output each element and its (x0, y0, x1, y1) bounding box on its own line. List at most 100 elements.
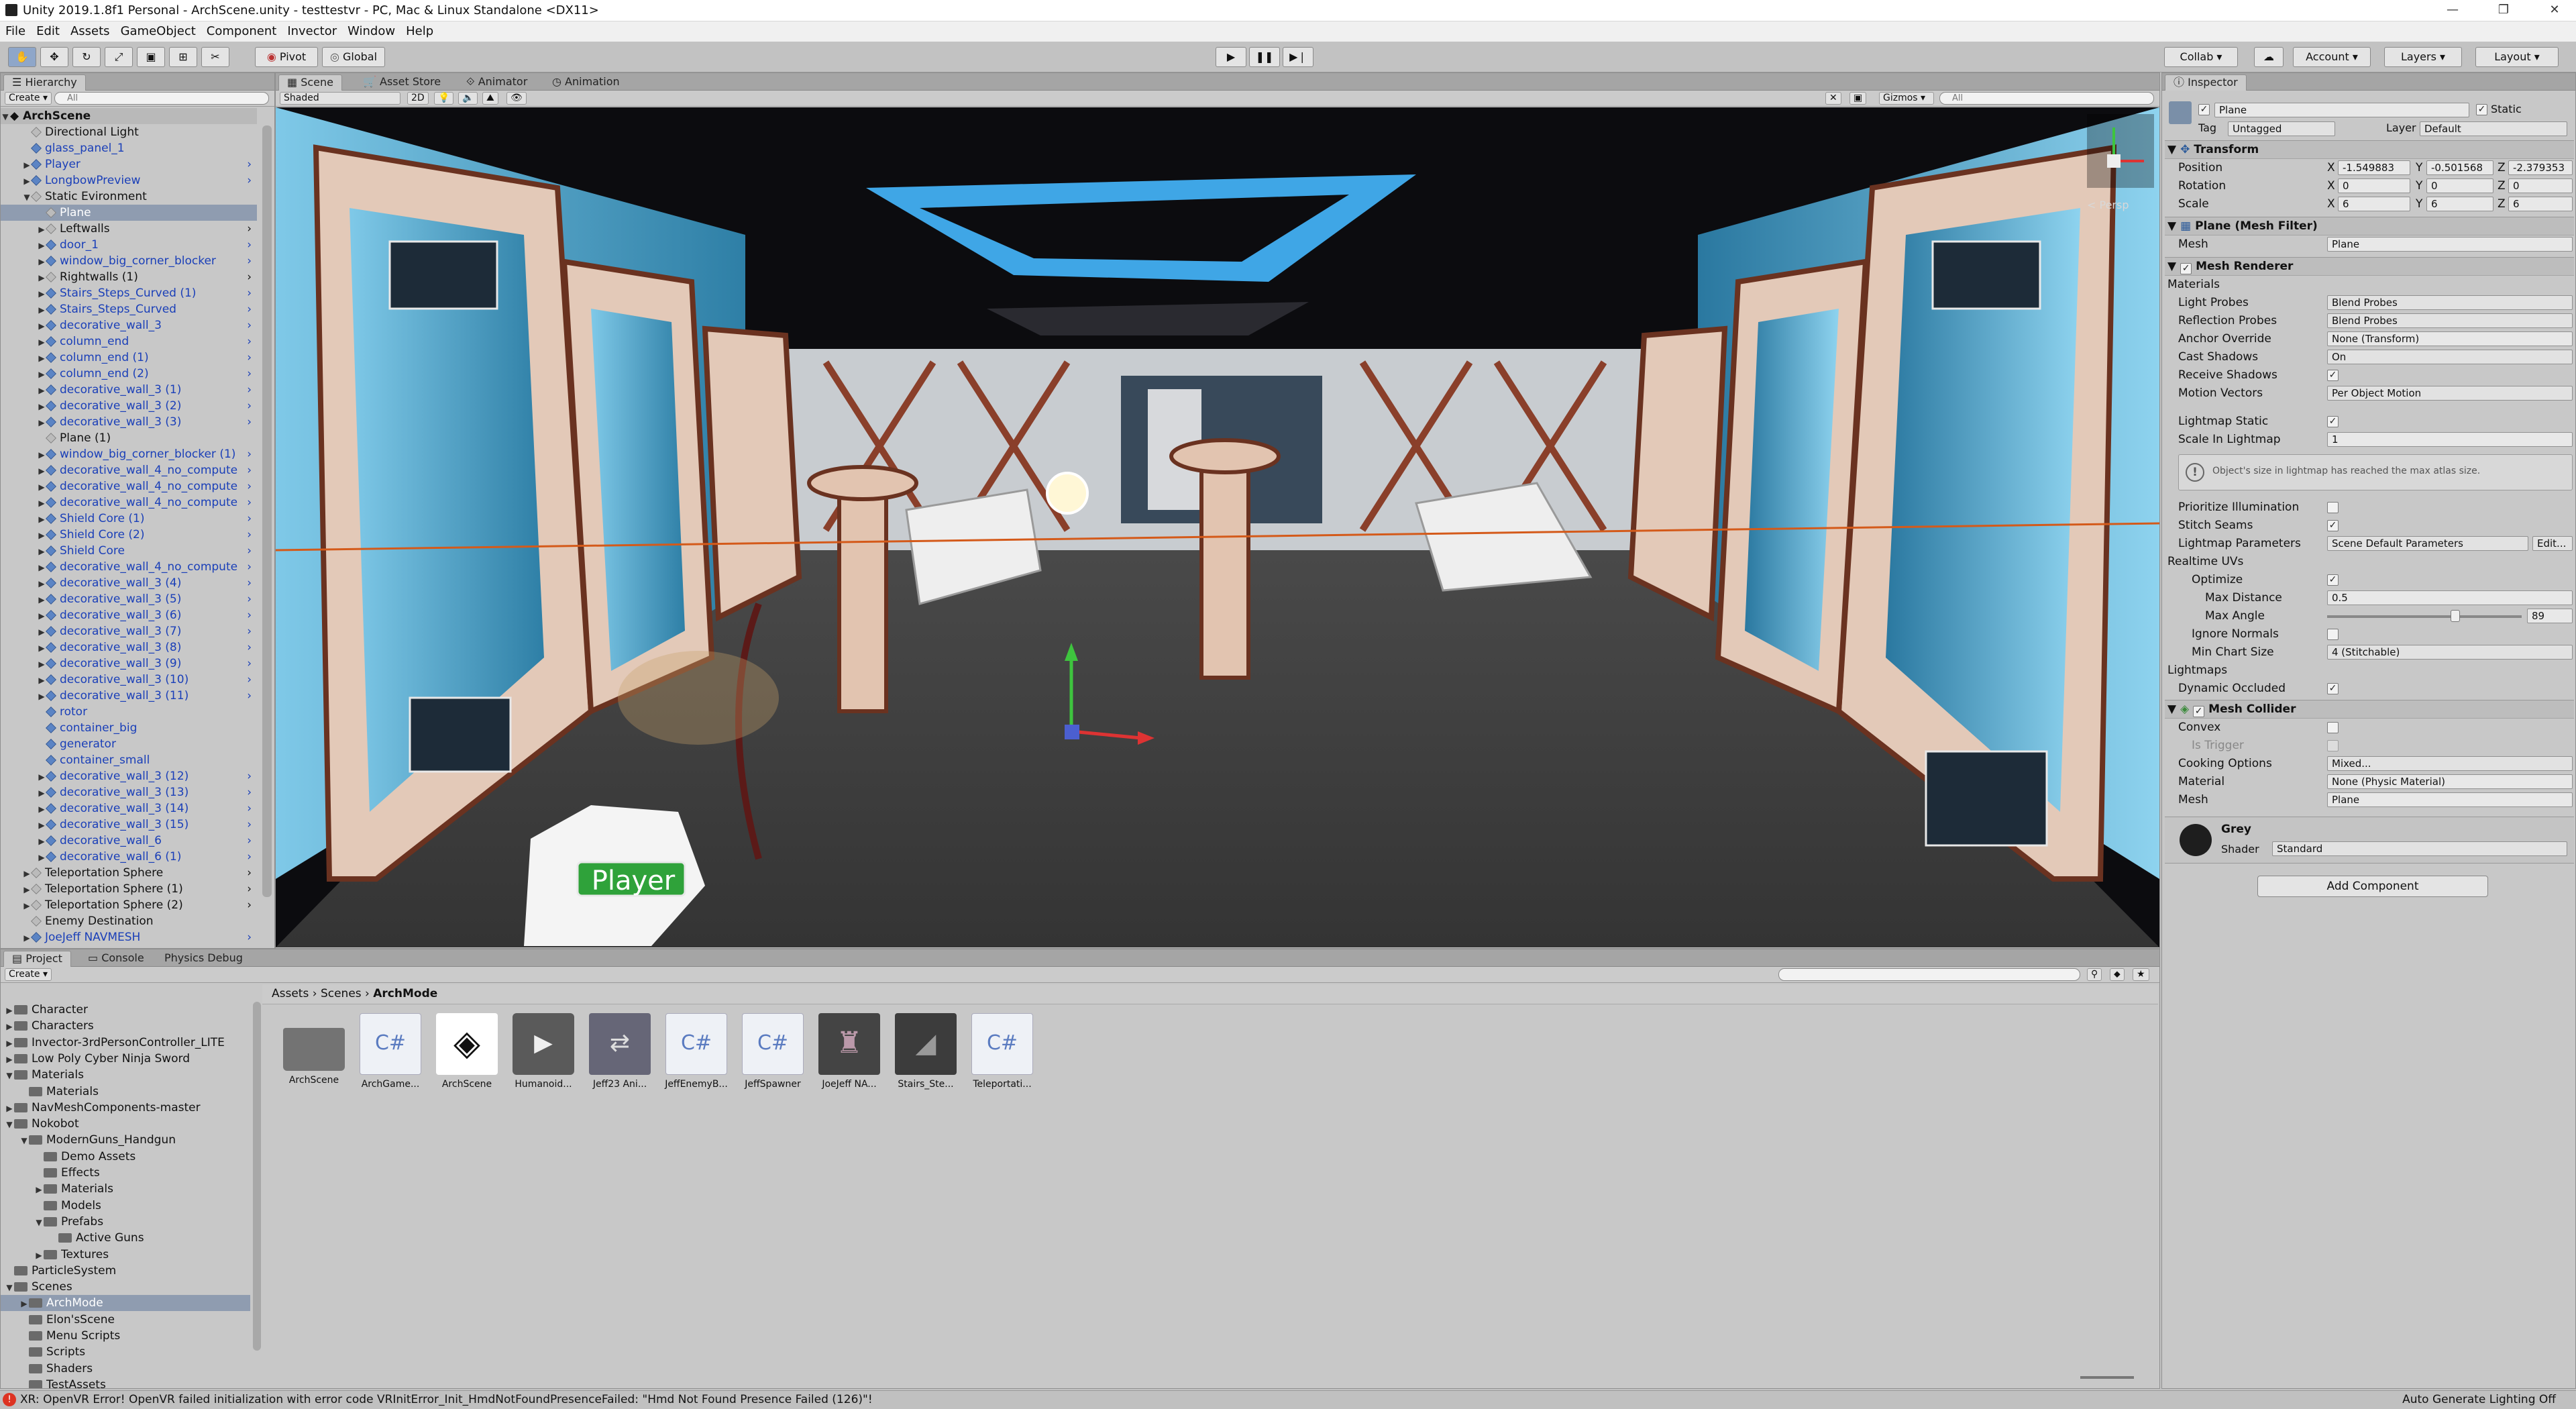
chevron-right-icon[interactable]: › (247, 221, 252, 237)
scene-root-row[interactable]: ▼ ◆ ArchScene (1, 108, 257, 124)
hierarchy-item[interactable]: Plane (1) (1, 430, 257, 446)
receive-shadows-checkbox[interactable]: ✓ (2327, 370, 2339, 381)
hierarchy-item[interactable]: ▶ decorative_wall_3 (12) › (1, 768, 257, 784)
expand-arrow-icon[interactable]: ▶ (22, 173, 32, 189)
expand-arrow-icon[interactable]: ▼ (34, 1214, 44, 1231)
hierarchy-scrollbar[interactable] (262, 125, 272, 897)
project-folder-item[interactable]: Effects (1, 1165, 250, 1181)
chevron-right-icon[interactable]: › (247, 301, 252, 317)
expand-arrow-icon[interactable]: ▶ (37, 656, 46, 672)
asset-item[interactable]: C# JeffSpawner (739, 1013, 806, 1094)
expand-arrow-icon[interactable]: ▶ (37, 672, 46, 688)
expand-arrow-icon[interactable]: ▶ (37, 640, 46, 656)
hierarchy-item[interactable]: ▶ column_end (2) › (1, 366, 257, 382)
hierarchy-item[interactable]: container_small (1, 752, 257, 768)
chevron-right-icon[interactable]: › (247, 639, 252, 656)
audio-toggle-icon[interactable]: 🔈 (458, 92, 478, 105)
prioritize-checkbox[interactable] (2327, 502, 2339, 513)
chevron-right-icon[interactable]: › (247, 478, 252, 494)
max-angle-slider-thumb[interactable] (2451, 610, 2461, 622)
hierarchy-item[interactable]: ▶ decorative_wall_6 › (1, 833, 257, 849)
mesh-filter-mesh-field[interactable]: Plane (2327, 237, 2573, 252)
tab-console[interactable]: ▭ Console (80, 951, 152, 967)
shader-dropdown[interactable]: Standard (2272, 841, 2567, 856)
chevron-right-icon[interactable]: › (247, 317, 252, 333)
ignore-normals-checkbox[interactable] (2327, 629, 2339, 640)
asset-item[interactable]: ⇄ Jeff23 Ani... (586, 1013, 653, 1094)
position-y-field[interactable]: -0.501568 (2426, 160, 2493, 175)
hierarchy-item[interactable]: Enemy Destination (1, 913, 257, 929)
lightmaps-row[interactable]: Lightmaps (2165, 662, 2574, 680)
hierarchy-item[interactable]: ▶ door_1 › (1, 237, 257, 253)
hierarchy-item[interactable]: ▶ Rightwalls (1) › (1, 269, 257, 285)
hierarchy-item[interactable]: ▶ Player › (1, 156, 257, 172)
rotation-x-field[interactable]: 0 (2338, 178, 2410, 193)
hierarchy-item[interactable]: ▶ Shield Core (2) › (1, 527, 257, 543)
breadcrumb-archmode[interactable]: ArchMode (373, 987, 437, 1000)
auto-lighting-status[interactable]: Auto Generate Lighting Off (2402, 1391, 2556, 1408)
chevron-right-icon[interactable]: › (247, 446, 252, 462)
hierarchy-item[interactable]: ▶ decorative_wall_3 (13) › (1, 784, 257, 800)
project-folder-item[interactable]: ▼ ModernGuns_Handgun (1, 1132, 250, 1148)
hierarchy-item[interactable]: ▶ decorative_wall_3 (6) › (1, 607, 257, 623)
expand-arrow-icon[interactable]: ▶ (37, 366, 46, 382)
hidden-objects-icon[interactable]: 👁 (506, 92, 527, 105)
hierarchy-item[interactable]: ▶ Teleportation Sphere (2) › (1, 897, 257, 913)
project-folder-item[interactable]: ▶ Invector-3rdPersonController_LITE (1, 1035, 250, 1051)
expand-arrow-icon[interactable]: ▶ (37, 801, 46, 817)
hierarchy-item[interactable]: ▶ decorative_wall_3 (2) › (1, 398, 257, 414)
project-folder-item[interactable]: ▶ Materials (1, 1181, 250, 1197)
expand-arrow-icon[interactable]: ▶ (37, 286, 46, 302)
cast-shadows-dropdown[interactable]: On (2327, 350, 2573, 364)
chevron-right-icon[interactable]: › (247, 543, 252, 559)
asset-item[interactable]: ◢ Stairs_Ste... (892, 1013, 959, 1094)
convex-checkbox[interactable] (2327, 722, 2339, 733)
rotation-y-field[interactable]: 0 (2426, 178, 2493, 193)
menu-invector[interactable]: Invector (282, 21, 342, 41)
project-folder-item[interactable]: ▼ Nokobot (1, 1116, 250, 1132)
expand-arrow-icon[interactable]: ▶ (37, 769, 46, 785)
expand-arrow-icon[interactable]: ▶ (5, 1100, 14, 1116)
chevron-right-icon[interactable]: › (247, 849, 252, 865)
breadcrumb-scenes[interactable]: Scenes (321, 987, 362, 1000)
minimize-button[interactable]: — (2439, 1, 2466, 19)
hierarchy-item[interactable]: ▶ Teleportation Sphere (1) › (1, 881, 257, 897)
expand-arrow-icon[interactable]: ▶ (37, 511, 46, 527)
max-angle-slider-track[interactable] (2327, 615, 2522, 618)
breadcrumb-assets[interactable]: Assets (272, 987, 309, 1000)
menu-edit[interactable]: Edit (31, 21, 65, 41)
chevron-right-icon[interactable]: › (247, 285, 252, 301)
position-z-field[interactable]: -2.379353 (2508, 160, 2573, 175)
expand-arrow-icon[interactable]: ▶ (5, 1002, 14, 1019)
hierarchy-item[interactable]: ▶ window_big_corner_blocker › (1, 253, 257, 269)
expand-arrow-icon[interactable]: ▶ (37, 479, 46, 495)
hierarchy-item[interactable]: ▶ decorative_wall_3 › (1, 317, 257, 333)
anchor-override-field[interactable]: None (Transform) (2327, 331, 2573, 346)
menu-assets[interactable]: Assets (65, 21, 115, 41)
chevron-right-icon[interactable]: › (247, 511, 252, 527)
chevron-right-icon[interactable]: › (247, 656, 252, 672)
perspective-label[interactable]: < Persp (2087, 199, 2129, 211)
maximize-button[interactable]: ❐ (2490, 1, 2517, 19)
shading-mode-dropdown[interactable]: Shaded (280, 92, 400, 105)
expand-arrow-icon[interactable]: ▶ (5, 1051, 14, 1067)
chevron-right-icon[interactable]: › (247, 865, 252, 881)
chevron-right-icon[interactable]: › (247, 382, 252, 398)
hierarchy-item[interactable]: ▶ decorative_wall_6 (1) › (1, 849, 257, 865)
collider-material-field[interactable]: None (Physic Material) (2327, 774, 2573, 789)
asset-item[interactable]: C# Teleportati... (969, 1013, 1036, 1094)
hierarchy-item[interactable]: ▶ column_end (1) › (1, 350, 257, 366)
asset-item[interactable]: ArchScene (280, 1013, 347, 1094)
hierarchy-item[interactable]: ▶ decorative_wall_3 (5) › (1, 591, 257, 607)
project-folder-item[interactable]: Active Guns (1, 1230, 250, 1246)
expand-arrow-icon[interactable]: ▶ (37, 560, 46, 576)
chevron-right-icon[interactable]: › (247, 688, 252, 704)
menu-help[interactable]: Help (400, 21, 439, 41)
hierarchy-item[interactable]: ▶ decorative_wall_3 (8) › (1, 639, 257, 656)
expand-arrow-icon[interactable]: ▶ (22, 898, 32, 914)
close-button[interactable]: ✕ (2541, 1, 2568, 19)
position-x-field[interactable]: -1.549883 (2338, 160, 2410, 175)
layers-dropdown[interactable]: Layers ▾ (2384, 47, 2462, 67)
hierarchy-item[interactable]: ▶ LongbowPreview › (1, 172, 257, 189)
effects-toggle-icon[interactable]: ⛰ (482, 92, 498, 105)
